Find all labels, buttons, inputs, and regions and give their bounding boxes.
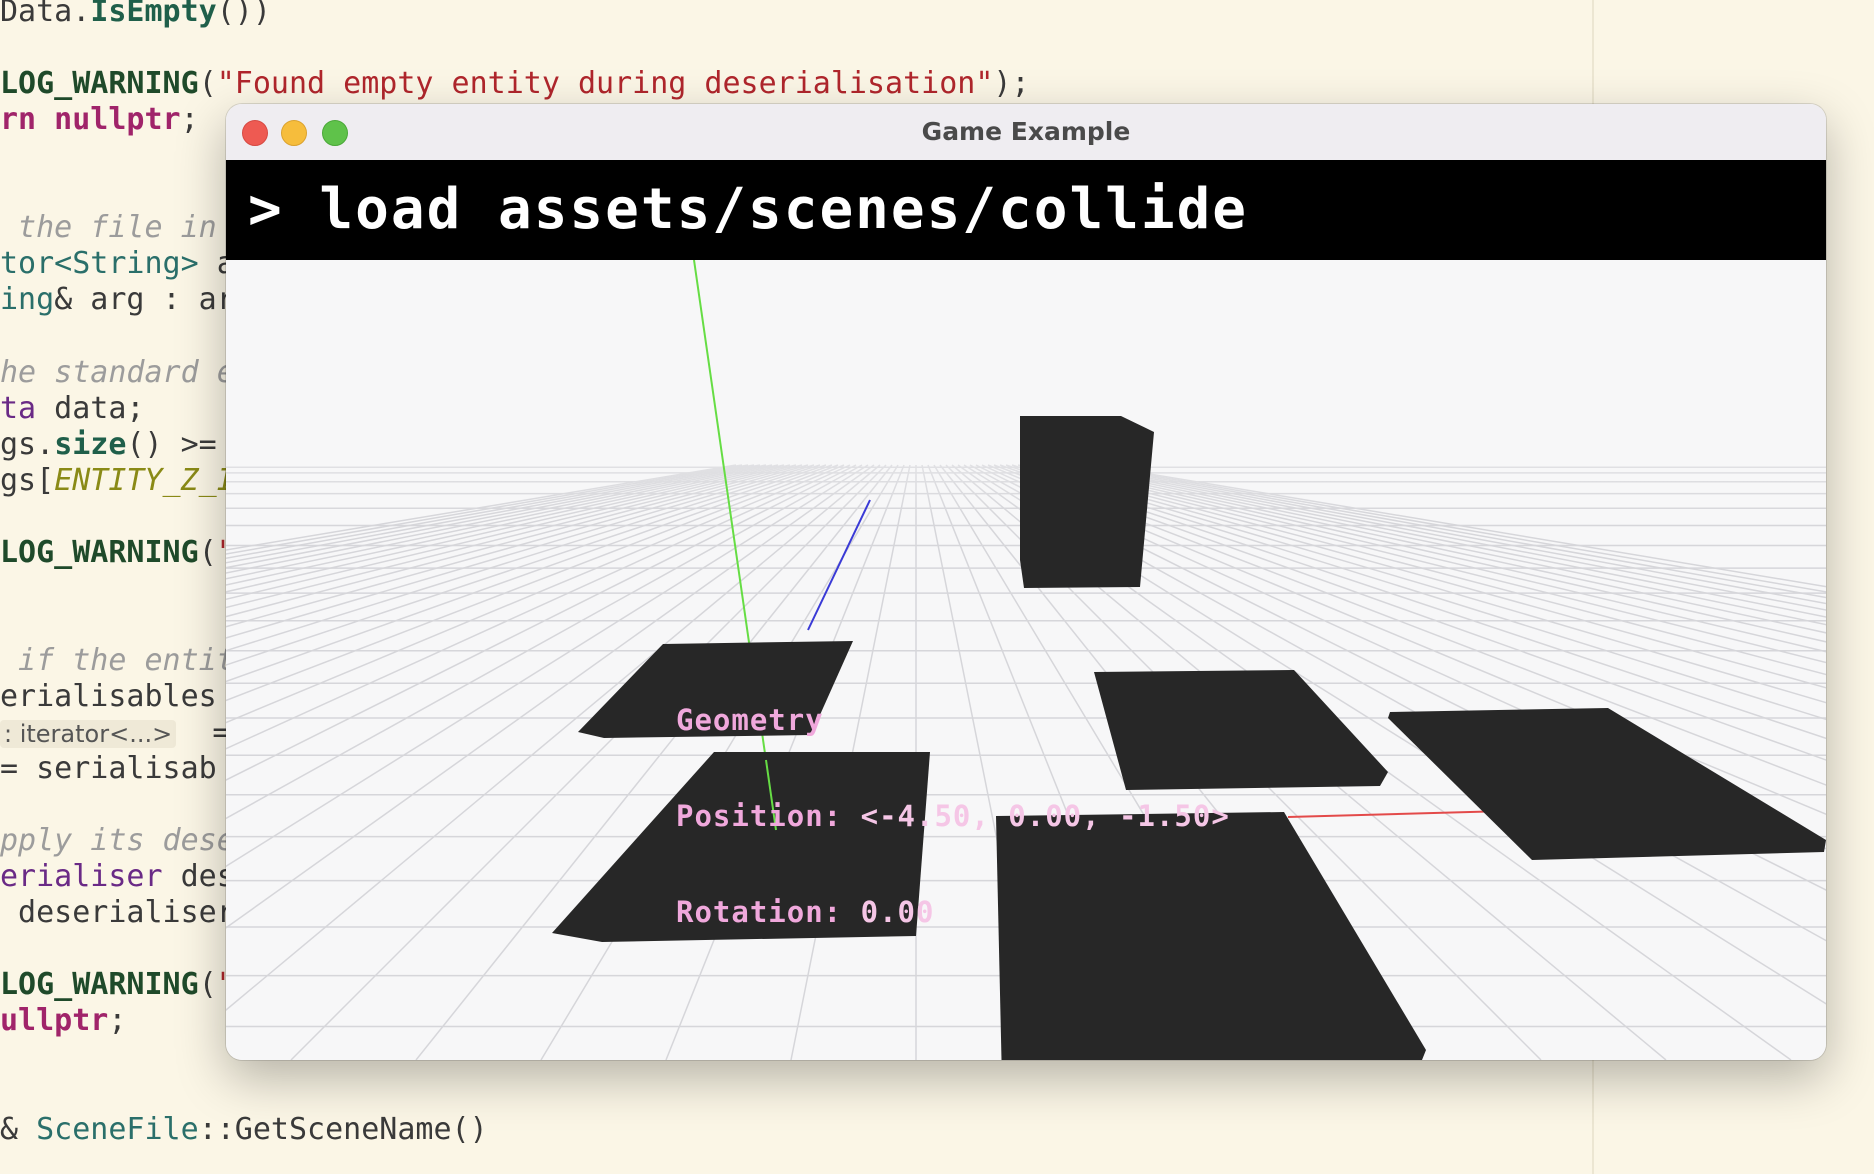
code-token: ); xyxy=(993,66,1030,102)
code-token: ( xyxy=(198,534,217,570)
code-line: gs[ENTITY_Z_I xyxy=(0,463,235,499)
code-token: ullptr xyxy=(0,1003,109,1039)
code-line: pply its dese xyxy=(0,823,235,859)
code-line: ta data; xyxy=(0,391,145,427)
code-token: Data. xyxy=(0,0,91,29)
overlay-position-value: <-4.50, 0.00, -1.50> xyxy=(860,799,1230,833)
code-line: LOG_WARNING(" xyxy=(0,967,235,1003)
code-token: if the entit xyxy=(0,642,235,678)
code-line: the file in xyxy=(0,210,217,246)
code-token: ENTITY_Z_I xyxy=(54,462,235,498)
scene-viewport[interactable]: Geometry Position: <-4.50, 0.00, -1.50> … xyxy=(226,260,1826,1060)
code-token: ; xyxy=(108,1003,127,1039)
code-line: : iterator<...> = xyxy=(0,715,230,751)
code-line: tor<String> a xyxy=(0,246,235,282)
code-token: ing xyxy=(0,282,55,318)
code-token: gs. xyxy=(0,426,55,462)
code-line: erialisables xyxy=(0,679,217,715)
overlay-position-label: Position: xyxy=(676,799,843,833)
code-token: pply its dese xyxy=(0,823,235,859)
code-token: : iterator<...> xyxy=(0,720,177,748)
code-token: rn nullptr xyxy=(0,102,181,138)
floating-cube xyxy=(1020,416,1154,588)
code-token: erialiser xyxy=(0,859,163,895)
code-line: if the entit xyxy=(0,643,235,679)
code-line: erialiser dese xyxy=(0,859,253,895)
code-token: = xyxy=(176,715,231,750)
code-token: ::GetSceneName() xyxy=(198,1111,488,1147)
overlay-rotation-label: Rotation: xyxy=(676,895,843,929)
code-token: the file in xyxy=(0,210,217,246)
code-line: = serialisab xyxy=(0,751,217,787)
code-line: LOG_WARNING("Found empty entity during d… xyxy=(0,66,1030,102)
game-window[interactable]: Game Example > load assets/scenes/collid… xyxy=(226,104,1826,1060)
overlay-heading: Geometry xyxy=(676,703,824,737)
window-titlebar[interactable]: Game Example xyxy=(226,104,1826,161)
code-line: he standard e xyxy=(0,355,235,391)
code-token: ( xyxy=(198,66,217,102)
code-token: & arg : ar xyxy=(54,282,235,318)
code-token: LOG_WARNING xyxy=(0,534,199,570)
code-line: rn nullptr; xyxy=(0,102,199,138)
code-token: he standard e xyxy=(0,354,235,390)
code-token: ; xyxy=(180,102,199,138)
code-token: LOG_WARNING xyxy=(0,66,199,102)
code-line: Data.IsEmpty()) xyxy=(0,0,271,30)
code-token: erialisables xyxy=(0,678,217,714)
code-token: data; xyxy=(36,390,145,426)
code-line: gs.size() >= xyxy=(0,427,217,463)
code-line: ing& arg : ar xyxy=(0,282,235,318)
code-token: IsEmpty xyxy=(90,0,217,29)
code-token: SceneFile xyxy=(36,1111,199,1147)
code-token: ( xyxy=(198,967,217,1003)
code-token: "Found empty entity during deserialisati… xyxy=(216,66,994,102)
code-line: deserialiser xyxy=(0,895,235,931)
code-token: ()) xyxy=(216,0,271,29)
code-token: LOG_WARNING xyxy=(0,967,199,1003)
code-line: LOG_WARNING("F xyxy=(0,535,253,571)
code-token: & xyxy=(0,1111,37,1147)
code-token: size xyxy=(54,426,127,462)
code-line: & SceneFile::GetSceneName() xyxy=(0,1112,488,1148)
code-token: () >= xyxy=(126,426,217,462)
overlay-rotation-value: 0.00 xyxy=(860,895,935,929)
window-title: Game Example xyxy=(921,117,1131,146)
code-token: gs[ xyxy=(0,462,55,498)
command-console[interactable]: > load assets/scenes/collide xyxy=(226,160,1826,260)
code-token: ta xyxy=(0,390,37,426)
console-command-text: > load assets/scenes/collide xyxy=(248,177,1249,242)
code-token: deserialiser xyxy=(0,895,235,931)
debug-overlay: Geometry Position: <-4.50, 0.00, -1.50> … xyxy=(676,640,1230,992)
code-token: = serialisab xyxy=(0,751,217,787)
code-token: tor<String> xyxy=(0,246,199,282)
code-line: ullptr; xyxy=(0,1003,126,1039)
